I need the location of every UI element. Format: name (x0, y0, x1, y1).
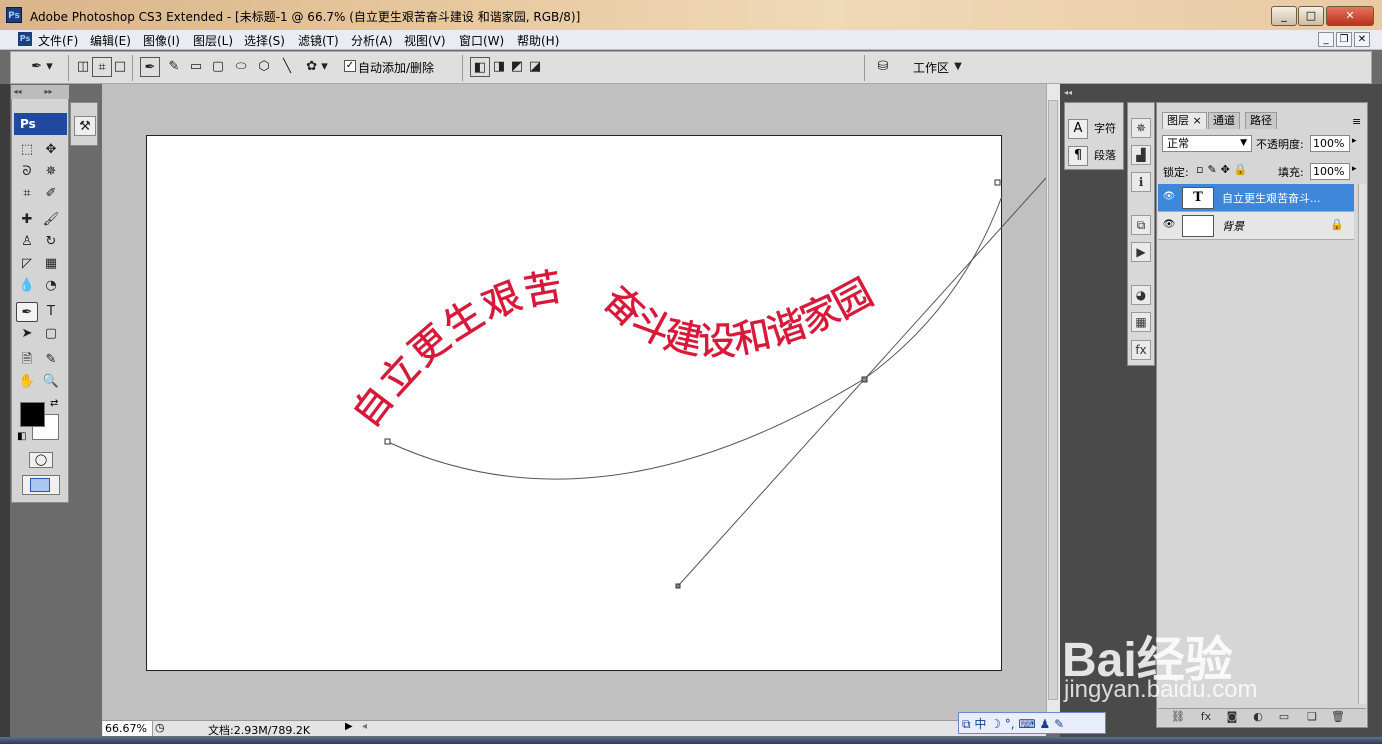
layer-row-background[interactable]: 👁 背景 🔒 (1158, 212, 1354, 240)
zoom-field[interactable]: 66.67% (103, 721, 153, 736)
layer-thumbnail: T (1182, 187, 1214, 209)
character-icon: A (1068, 119, 1088, 139)
healing-icon[interactable]: ✚ (16, 210, 38, 230)
blend-mode-select[interactable]: 正常 ▼ (1162, 135, 1252, 152)
histogram-icon[interactable]: ▟ (1131, 145, 1151, 165)
tool-presets-icon[interactable]: ⚒ (74, 116, 96, 136)
actions-icon[interactable]: ▶ (1131, 242, 1151, 262)
color-icon[interactable]: ◕ (1131, 285, 1151, 305)
delete-layer-icon[interactable]: 🗑 (1330, 710, 1346, 724)
opacity-label: 不透明度: (1256, 138, 1304, 151)
eyedropper-icon[interactable]: ✎ (40, 350, 62, 370)
eye-icon[interactable]: 👁 (1162, 220, 1176, 230)
hand-icon[interactable]: ✋ (16, 372, 38, 392)
chevron-down-icon: ▼ (1240, 138, 1247, 148)
notes-icon[interactable]: 🗎 (16, 350, 38, 370)
curved-text-line2: 奋斗建设和谐家园 (595, 270, 880, 363)
baidu-watermark-url: jingyan.baidu.com (1064, 676, 1258, 703)
lock-label: 锁定: (1163, 166, 1189, 179)
status-menu-arrow-icon[interactable]: ▶ (345, 721, 353, 732)
blur-icon[interactable]: 💧 (16, 276, 38, 296)
type-icon[interactable]: T (40, 302, 62, 322)
path-select-icon[interactable]: ➤ (16, 324, 38, 344)
lock-icons[interactable]: ▫✎✥🔒 (1196, 163, 1252, 176)
adjustment-layer-icon[interactable]: ◐ (1250, 710, 1266, 724)
zoom-icon[interactable]: 🔍 (40, 372, 62, 392)
new-group-icon[interactable]: ▭ (1276, 710, 1292, 724)
magic-wand-icon[interactable]: ✵ (40, 162, 62, 182)
marquee-icon[interactable]: ⬚ (16, 140, 38, 160)
anchor-point-start (384, 438, 391, 445)
lasso-icon[interactable]: ᘐ (16, 162, 38, 182)
fill-arrow-icon[interactable]: ▸ (1352, 164, 1357, 174)
gradient-icon[interactable]: ▦ (40, 254, 62, 274)
quick-mask-icon[interactable]: ◯ (29, 452, 53, 468)
handle-point (675, 583, 681, 589)
layer-name[interactable]: 自立更生艰苦奋斗... (1222, 190, 1321, 206)
swatches-icon[interactable]: ▦ (1131, 312, 1151, 332)
new-layer-icon[interactable]: ❏ (1304, 710, 1320, 724)
stamp-icon[interactable]: ♙ (16, 232, 38, 252)
status-info-icon[interactable]: ◷ (155, 721, 165, 734)
crop-icon[interactable]: ⌗ (16, 184, 38, 204)
swap-colors-icon[interactable]: ⇄ (50, 398, 58, 409)
eraser-icon[interactable]: ◸ (16, 254, 38, 274)
curved-text-line1: 自立更生艰苦 (344, 264, 566, 435)
ime-language-label: 中 (974, 717, 987, 731)
pen-icon[interactable]: ✒ (16, 302, 38, 322)
curved-text-line1-path: 自立更生艰苦 (344, 264, 566, 435)
dodge-icon[interactable]: ◔ (40, 276, 62, 296)
character-panel-button[interactable]: A 字符 (1068, 118, 1120, 140)
tab-layers[interactable]: 图层 × (1162, 112, 1207, 129)
styles-icon[interactable]: fx (1131, 340, 1151, 360)
layers-scrollbar[interactable] (1358, 184, 1366, 704)
slice-icon[interactable]: ✐ (40, 184, 62, 204)
paragraph-icon: ¶ (1068, 146, 1088, 166)
document-info: 文档:2.93M/789.2K (208, 724, 311, 737)
toolbox-header[interactable]: ◂◂ ▸▸ (11, 85, 69, 99)
paragraph-label: 段落 (1094, 149, 1116, 162)
opacity-arrow-icon[interactable]: ▸ (1352, 136, 1357, 146)
lock-icon: 🔒 (1330, 218, 1344, 231)
eye-icon[interactable]: 👁 (1162, 192, 1176, 202)
layer-row-text[interactable]: 👁 T 自立更生艰苦奋斗... (1158, 184, 1354, 212)
toolbox-logo[interactable]: Ps (14, 113, 67, 135)
scrollbar-thumb[interactable] (1048, 100, 1058, 700)
move-icon[interactable]: ✥ (40, 140, 62, 160)
layer-name[interactable]: 背景 (1222, 218, 1244, 234)
tab-layers-label: 图层 (1167, 114, 1189, 127)
panel-menu-icon[interactable]: ≡ (1352, 115, 1361, 128)
screen-mode-icon (30, 478, 50, 492)
layer-style-icon[interactable]: fx (1198, 710, 1214, 724)
history-brush-icon[interactable]: ↻ (40, 232, 62, 252)
brush-icon[interactable]: 🖌 (40, 210, 62, 230)
default-colors-icon[interactable]: ◧ (17, 431, 26, 442)
info-icon[interactable]: ℹ (1131, 172, 1151, 192)
anchor-point-end (994, 179, 1001, 186)
layer-thumbnail (1182, 215, 1214, 237)
anchor-point-mid (861, 376, 868, 383)
fill-label: 填充: (1278, 166, 1304, 179)
navigator-icon[interactable]: ✵ (1131, 118, 1151, 138)
foreground-color-swatch[interactable] (20, 402, 45, 427)
ime-icons[interactable]: ⧉ 中 ☽ °, ⌨ ♟ ✎ (962, 715, 1064, 732)
history-icon[interactable]: ⧉ (1131, 215, 1151, 235)
link-layers-icon[interactable]: ⛓ (1170, 710, 1186, 724)
curved-text-line2-path: 奋斗建设和谐家园 (595, 270, 880, 364)
tab-channels[interactable]: 通道 (1208, 112, 1240, 129)
opacity-field[interactable]: 100% (1310, 135, 1350, 152)
fill-field[interactable]: 100% (1310, 163, 1350, 180)
paragraph-panel-button[interactable]: ¶ 段落 (1068, 145, 1120, 167)
hscroll-left-icon[interactable]: ◂ (362, 721, 367, 732)
blend-mode-value: 正常 (1167, 137, 1189, 150)
dock-collapse-icon[interactable]: ◂◂ (1064, 88, 1072, 97)
layer-mask-icon[interactable]: ◙ (1224, 710, 1240, 724)
shape-icon[interactable]: ▢ (40, 324, 62, 344)
taskbar (0, 737, 1382, 744)
character-label: 字符 (1094, 122, 1116, 135)
tab-paths[interactable]: 路径 (1245, 112, 1277, 129)
